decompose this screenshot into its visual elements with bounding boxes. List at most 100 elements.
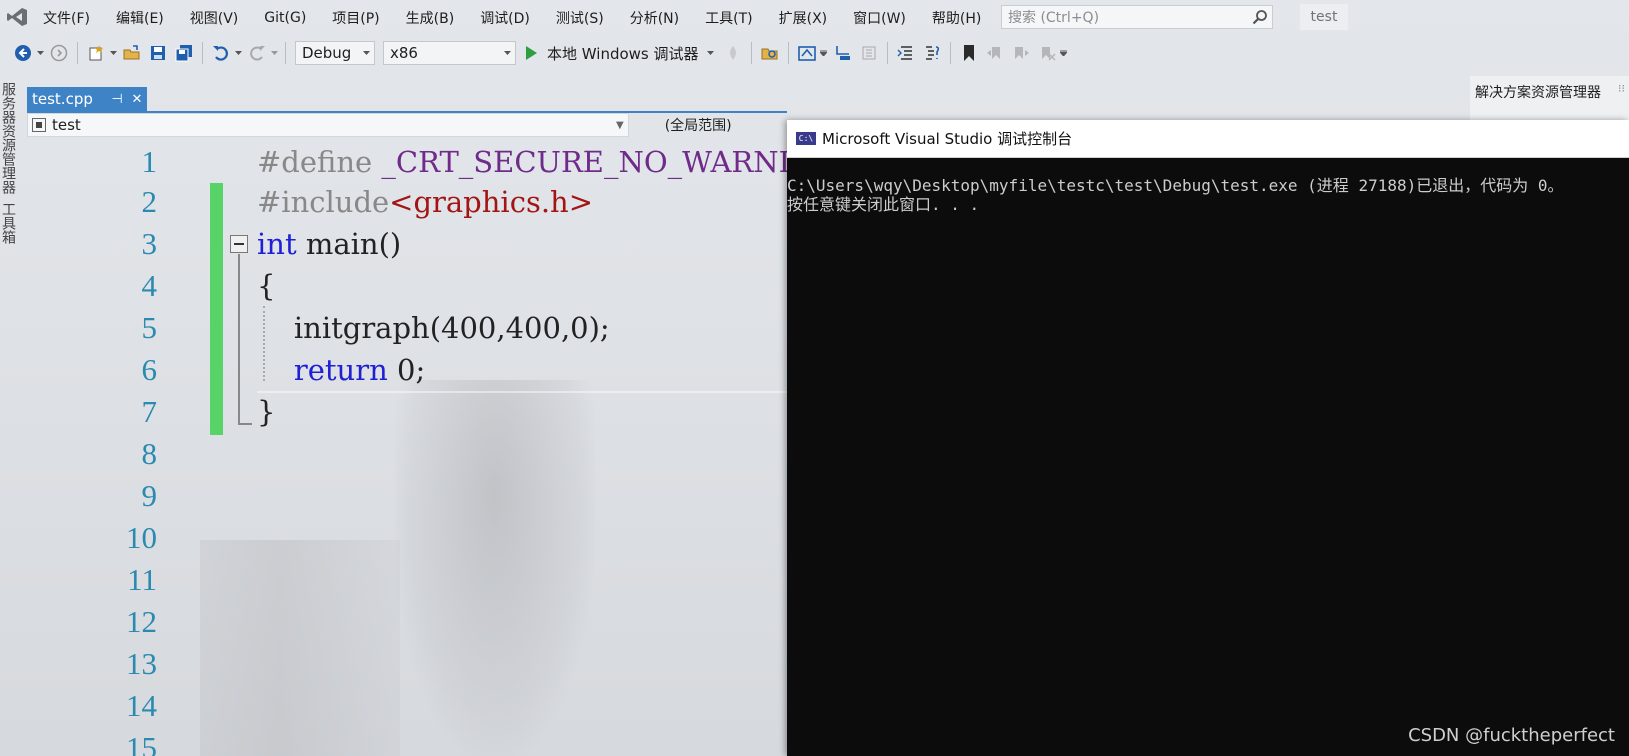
toolbar-separator [202,42,203,64]
code-editor[interactable]: 1 #define _CRT_SECURE_NO_WARNINGS 2 #inc… [27,141,859,756]
code-text: return 0; [257,349,425,391]
open-file-icon[interactable] [121,42,143,64]
forward-icon[interactable] [48,42,70,64]
hot-reload-icon[interactable] [722,42,744,64]
watermark: CSDN @fucktheperfect [1408,725,1615,746]
menu-debug[interactable]: 调试(D) [467,8,543,28]
menu-extensions[interactable]: 扩展(X) [766,8,841,28]
code-line: 9 [27,475,787,517]
line-number: 3 [141,226,158,261]
close-icon[interactable]: ✕ [127,92,147,107]
code-line: 8 [27,433,787,475]
play-icon [526,46,537,60]
step-into-icon[interactable] [832,42,854,64]
outdent-icon[interactable] [895,42,917,64]
comment-icon[interactable] [921,42,943,64]
side-tab-server-explorer[interactable]: 服务器资源管理器 [0,82,16,194]
console-line: C:\Users\wqy\Desktop\myfile\testc\test\D… [787,176,1564,195]
line-number: 4 [141,268,158,303]
previous-bookmark-icon[interactable] [984,42,1006,64]
platform-select[interactable]: x86 [383,41,516,65]
line-number: 15 [126,730,157,756]
new-dropdown-icon[interactable] [109,42,117,64]
find-in-files-icon[interactable] [759,42,781,64]
search-input[interactable]: 搜索 (Ctrl+Q) [1008,7,1248,27]
code-line: 4 { [27,265,787,307]
menu-git[interactable]: Git(G) [251,10,319,26]
toolbar-overflow-icon[interactable] [1060,42,1068,64]
back-icon[interactable] [12,42,34,64]
undo-icon[interactable] [210,42,232,64]
menu-analyze[interactable]: 分析(N) [617,8,692,28]
toolbar-separator [886,42,888,64]
include-header: <graphics.h> [389,185,594,219]
code-line: 1 #define _CRT_SECURE_NO_WARNINGS [27,141,859,183]
project-scope-select[interactable]: test ▼ [27,113,629,137]
menu-window[interactable]: 窗口(W) [840,8,919,28]
menu-project[interactable]: 项目(P) [319,8,392,28]
pin-icon[interactable]: ⊣ [107,92,127,107]
undo-dropdown-icon[interactable] [234,42,242,64]
new-project-icon[interactable] [85,42,107,64]
tab-filename: test.cpp [32,90,93,108]
menu-help[interactable]: 帮助(H) [919,8,994,28]
toolbar-separator [949,42,951,64]
run-label: 本地 Windows 调试器 [547,44,699,63]
chevron-down-icon[interactable] [706,51,714,55]
menu-items: 文件(F) 编辑(E) 视图(V) Git(G) 项目(P) 生成(B) 调试(… [30,0,994,35]
menu-file[interactable]: 文件(F) [30,8,103,28]
line-number: 8 [141,436,158,471]
menu-bar: 文件(F) 编辑(E) 视图(V) Git(G) 项目(P) 生成(B) 调试(… [0,0,1629,35]
configuration-select[interactable]: Debug [295,41,375,65]
line-number: 14 [126,688,157,723]
line-number: 12 [126,604,157,639]
search-box[interactable]: 搜索 (Ctrl+Q) [1001,5,1273,29]
start-debugging-button[interactable]: 本地 Windows 调试器 [526,43,714,64]
menu-test[interactable]: 测试(S) [543,8,617,28]
visual-studio-logo-icon [7,8,27,26]
next-bookmark-icon[interactable] [1010,42,1032,64]
debug-console-window[interactable]: C:\ Microsoft Visual Studio 调试控制台 C:\Use… [787,120,1629,756]
line-number: 1 [141,144,158,179]
redo-icon[interactable] [246,42,268,64]
chevron-down-icon [363,51,370,55]
menu-view[interactable]: 视图(V) [177,8,252,28]
menu-build[interactable]: 生成(B) [393,8,468,28]
chevron-down-icon [504,51,511,55]
code-text: #include<graphics.h> [257,181,593,223]
macro-name: _CRT_SECURE_NO_WARNINGS [372,145,859,179]
project-icon [32,118,46,132]
line-number: 5 [141,310,158,345]
solution-explorer-icon[interactable] [796,42,818,64]
save-all-icon[interactable] [173,42,195,64]
panel-pin-icon[interactable]: ⁝⁝ [1618,82,1625,95]
toolbar-separator [77,42,78,64]
code-line: 15 [27,727,787,756]
line-number: 7 [141,394,158,429]
step-over-icon[interactable] [858,42,880,64]
bookmark-icon[interactable] [958,42,980,64]
search-icon[interactable] [1248,6,1272,28]
layout-dropdown-icon[interactable] [820,42,828,64]
redo-dropdown-icon[interactable] [270,42,278,64]
chevron-down-icon: ▼ [616,119,624,131]
menu-tools[interactable]: 工具(T) [692,8,765,28]
save-icon[interactable] [147,42,169,64]
tab-test-cpp[interactable]: test.cpp ⊣ ✕ [27,87,147,111]
console-title-bar[interactable]: C:\ Microsoft Visual Studio 调试控制台 [787,120,1629,158]
keyword: return [293,353,388,387]
code-text: { [257,269,276,303]
console-app-icon: C:\ [796,132,816,145]
code-line: 5 initgraph(400,400,0); [27,307,787,349]
line-number: 6 [141,352,158,387]
code-line: 12 [27,601,787,643]
code-text: int main() [257,223,401,265]
solution-explorer-title: 解决方案资源管理器 [1475,85,1601,101]
global-scope-select[interactable]: (全局范围) [639,113,787,137]
menu-edit[interactable]: 编辑(E) [103,8,177,28]
code-text: } [257,395,276,429]
line-number: 9 [141,478,158,513]
back-dropdown-icon[interactable] [36,42,44,64]
clear-bookmarks-icon[interactable] [1036,42,1058,64]
side-tab-toolbox[interactable]: 工具箱 [0,202,16,244]
